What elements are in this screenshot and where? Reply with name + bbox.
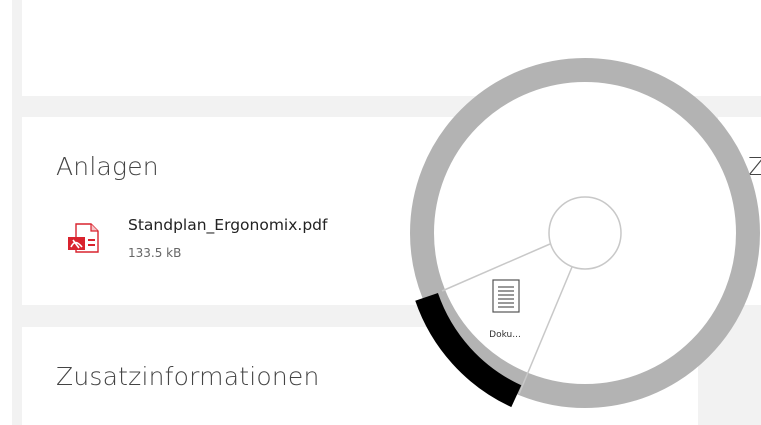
additional-info-title: Zusatzinformationen (56, 362, 320, 391)
radial-menu-item-label[interactable]: Doku... (489, 330, 521, 340)
attachments-title: Anlagen (56, 152, 159, 181)
pdf-file-icon (66, 222, 102, 256)
attachment-item[interactable]: Standplan_Ergonomix.pdf 133.5 kB (66, 214, 426, 266)
radial-menu-center[interactable] (548, 196, 622, 270)
radial-menu[interactable]: Doku... (407, 54, 761, 412)
document-icon[interactable] (492, 279, 520, 313)
attachment-file-size: 133.5 kB (128, 246, 182, 260)
attachment-file-name[interactable]: Standplan_Ergonomix.pdf (128, 216, 327, 234)
